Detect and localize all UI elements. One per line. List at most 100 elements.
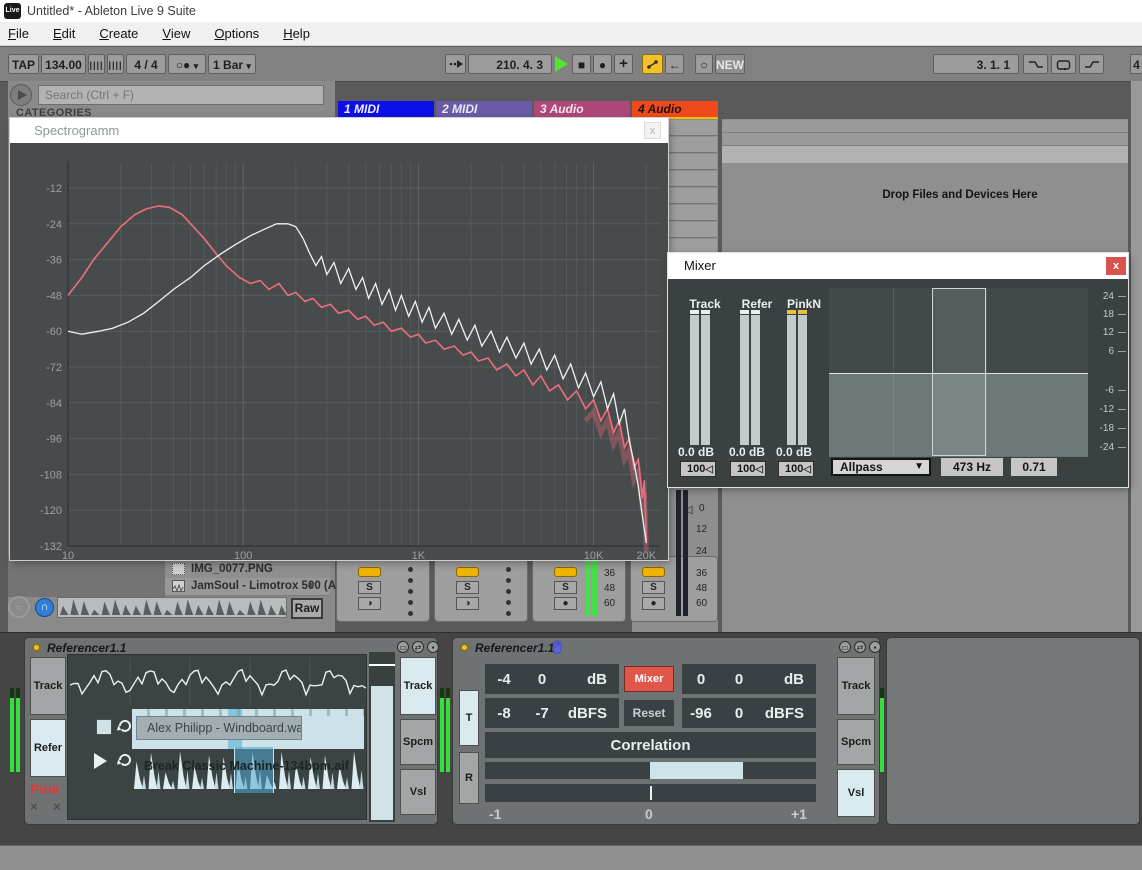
save-preset-icon[interactable]: ▪ [427,641,439,653]
new-button[interactable]: NEW [715,54,745,74]
track3-arm-button[interactable]: ● [554,597,577,610]
pinkn-width-spinner[interactable]: 100 ◁ [778,461,814,477]
track-header-2-midi[interactable]: 2 MIDI [436,101,532,117]
view-track-button[interactable]: Track [400,657,436,715]
volume-arrow-icon[interactable]: ◁ [684,503,692,516]
os-titlebar[interactable]: Live Untitled* - Ableton Live 9 Suite [0,0,1142,22]
session-record-button[interactable]: ○ [695,54,713,74]
filter-type-dropdown[interactable]: Allpass ▼ [831,458,931,476]
source-refer-button[interactable]: Refer [30,719,66,777]
clip-slot[interactable] [663,222,717,238]
mixer-open-button[interactable]: Mixer [624,666,674,692]
time-signature-field[interactable]: 4 / 4 [126,54,166,74]
browser-sidebar[interactable] [8,556,165,597]
track1-activator-button[interactable] [358,567,381,577]
loop-start-field[interactable]: 3. 1. 1 [933,54,1019,74]
view-vsl-button[interactable]: Vsl [837,769,875,817]
scene-row[interactable] [722,120,1128,133]
source-track-button[interactable]: Track [30,657,66,715]
clip-slot[interactable] [663,205,717,221]
scene-row[interactable] [722,133,1128,146]
refer-gain-value[interactable]: 0.0 dB [720,445,774,459]
close-icon[interactable]: x [644,122,661,139]
follow-button[interactable] [445,54,466,74]
preview-headphone-button[interactable]: ∩ [35,598,54,617]
clip-slot[interactable] [663,137,717,153]
play-button[interactable] [555,56,568,72]
menu-file[interactable]: File [8,26,29,41]
nudge-down-button[interactable]: |||| [88,54,105,74]
track-gain-value[interactable]: 0.0 dB [669,445,723,459]
clip-slot[interactable] [663,154,717,170]
scene-row-highlight[interactable] [722,146,1128,163]
list-item[interactable]: JamSoul - Limotrox 500 (Alex Phi... ▼ [165,578,383,596]
device-activator-led[interactable] [32,643,41,652]
track1-solo-button[interactable]: S [358,581,381,594]
clip1-name[interactable]: Alex Philipp - Windboard.wav [136,716,302,740]
clip-slot[interactable] [663,188,717,204]
master-strip[interactable] [1130,81,1142,632]
pinkn-gain-value[interactable]: 0.0 dB [767,445,821,459]
chevron-down-icon[interactable]: ▼ [306,580,317,592]
track1-arm-button[interactable]: ◑ [358,597,381,610]
spinner-arrow-icon[interactable]: ◁ [803,463,811,477]
overdub-button[interactable]: + [614,54,633,74]
track-width-spinner[interactable]: 100 ◁ [680,461,716,477]
track3-solo-button[interactable]: S [554,581,577,594]
track2-arm-button[interactable]: ◑ [456,597,479,610]
track2-activator-button[interactable] [456,567,479,577]
preview-waveform[interactable] [57,597,287,618]
clip-slot-grid[interactable] [663,120,717,256]
track-header-4-audio[interactable]: 4 Audio [632,101,718,117]
menu-view[interactable]: View [162,26,190,41]
tempo-field[interactable]: 134.00 [41,54,86,74]
save-preset-icon[interactable]: ▪ [869,641,881,653]
clear-buttons[interactable]: × × [30,799,67,814]
fold-device-icon[interactable]: ▭ [397,641,409,653]
fader-slot[interactable] [369,652,395,822]
track2-solo-button[interactable]: S [456,581,479,594]
loop-length-field[interactable]: 4 [1130,54,1142,74]
value[interactable]: 0 [523,671,561,688]
groove-amount-button[interactable]: ○● ▾ [168,54,206,74]
track4-arm-button[interactable]: ● [642,597,665,610]
filter-graph[interactable] [829,288,1088,457]
refer-width-spinner[interactable]: 100 ◁ [730,461,766,477]
close-icon[interactable]: x [1106,257,1126,275]
menu-help[interactable]: Help [283,26,310,41]
device-title[interactable]: Referencer1.1 [475,641,554,655]
track4-solo-button[interactable]: S [642,581,665,594]
nudge-up-button[interactable]: |||| [107,54,124,74]
view-vsl-button[interactable]: Vsl [400,769,436,815]
loop-button[interactable] [1051,54,1076,74]
clip1-stop-checkbox[interactable] [96,719,112,735]
clip-slot[interactable] [663,120,717,136]
track-header-1-midi[interactable]: 1 MIDI [338,101,434,117]
hot-swap-icon[interactable]: ⇄ [854,641,866,653]
channel-t-button[interactable]: T [459,690,479,746]
spectrogram-titlebar[interactable]: Spectrogramm x [10,118,668,143]
value[interactable]: 0 [720,705,758,722]
channel-r-button[interactable]: R [459,752,479,804]
menu-create[interactable]: Create [99,26,138,41]
mixer-titlebar[interactable]: Mixer x [668,253,1128,279]
pink-noise-label[interactable]: Pink [30,781,60,797]
value[interactable]: -8 [485,705,523,722]
filter-band-handle[interactable] [932,288,986,456]
reset-button[interactable]: Reset [624,700,674,726]
tap-tempo-button[interactable]: TAP [8,54,39,74]
arrangement-position-field[interactable]: 210. 4. 3 [468,54,552,74]
view-track-button[interactable]: Track [837,657,875,715]
punch-in-button[interactable] [1023,54,1048,74]
filter-q-field[interactable]: 0.71 [1011,458,1057,476]
punch-out-button[interactable] [1079,54,1104,74]
track4-activator-button[interactable] [642,567,665,577]
menu-edit[interactable]: Edit [53,26,75,41]
clip-slot[interactable] [663,171,717,187]
clip2-name[interactable]: Break Classic Machine-134bpm.aif [144,759,349,773]
list-item[interactable]: IMG_0077.PNG [165,561,330,579]
device-title[interactable]: Referencer1.1 [47,641,126,655]
spinner-arrow-icon[interactable]: ◁ [755,463,763,477]
device-activator-led[interactable] [460,643,469,652]
fader-cap[interactable] [369,664,395,666]
